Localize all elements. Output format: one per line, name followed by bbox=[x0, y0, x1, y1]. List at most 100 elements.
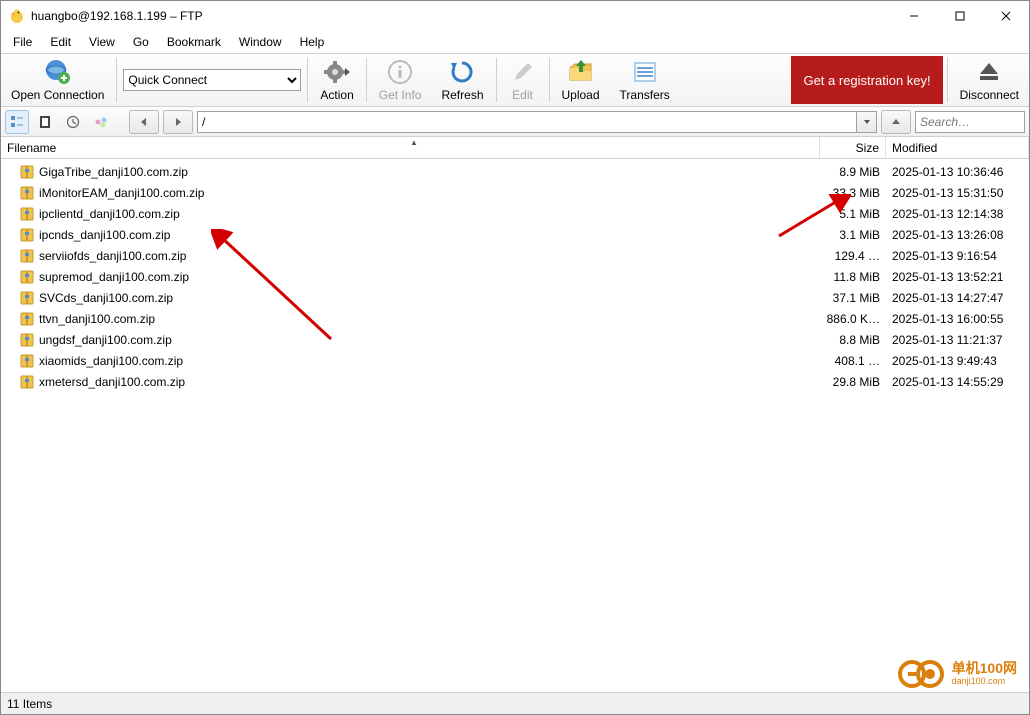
zip-file-icon bbox=[19, 332, 35, 348]
file-row[interactable]: GigaTribe_danji100.com.zip8.9 MiB2025-01… bbox=[1, 161, 1029, 182]
file-size: 29.8 MiB bbox=[820, 375, 886, 389]
refresh-icon bbox=[448, 58, 476, 86]
file-modified: 2025-01-13 11:21:37 bbox=[886, 333, 1029, 347]
watermark-line2: danji100.com bbox=[952, 677, 1017, 687]
file-modified: 2025-01-13 13:26:08 bbox=[886, 228, 1029, 242]
window-title: huangbo@192.168.1.199 – FTP bbox=[31, 9, 891, 23]
eject-icon bbox=[975, 58, 1003, 86]
file-modified: 2025-01-13 12:14:38 bbox=[886, 207, 1029, 221]
zip-file-icon bbox=[19, 353, 35, 369]
pencil-icon bbox=[509, 58, 537, 86]
toolbar-separator bbox=[307, 58, 308, 102]
file-name: GigaTribe_danji100.com.zip bbox=[39, 165, 820, 179]
file-size: 886.0 K… bbox=[820, 312, 886, 326]
nav-up-button[interactable] bbox=[881, 110, 911, 134]
status-text: 11 Items bbox=[7, 697, 52, 711]
menu-view[interactable]: View bbox=[81, 33, 123, 51]
view-tree-button[interactable] bbox=[5, 110, 29, 134]
upload-icon bbox=[567, 58, 595, 86]
nav-forward-button[interactable] bbox=[163, 110, 193, 134]
file-modified: 2025-01-13 14:27:47 bbox=[886, 291, 1029, 305]
action-label: Action bbox=[320, 88, 353, 102]
get-info-button[interactable]: Get Info bbox=[369, 54, 432, 106]
refresh-button[interactable]: Refresh bbox=[431, 54, 493, 106]
view-bookmarks-button[interactable] bbox=[33, 110, 57, 134]
file-name: ipclientd_danji100.com.zip bbox=[39, 207, 820, 221]
file-name: SVCds_danji100.com.zip bbox=[39, 291, 820, 305]
action-button[interactable]: Action bbox=[310, 54, 363, 106]
file-size: 11.8 MiB bbox=[820, 270, 886, 284]
menu-edit[interactable]: Edit bbox=[42, 33, 79, 51]
nav-back-button[interactable] bbox=[129, 110, 159, 134]
globe-icon bbox=[44, 58, 72, 86]
toolbar-separator bbox=[496, 58, 497, 102]
edit-label: Edit bbox=[512, 88, 533, 102]
quick-connect-select[interactable]: Quick Connect bbox=[123, 69, 301, 91]
file-size: 129.4 … bbox=[820, 249, 886, 263]
sort-indicator-icon: ▲ bbox=[410, 138, 418, 147]
search-input[interactable] bbox=[920, 115, 1030, 129]
file-modified: 2025-01-13 15:31:50 bbox=[886, 186, 1029, 200]
file-row[interactable]: xiaomids_danji100.com.zip408.1 …2025-01-… bbox=[1, 350, 1029, 371]
transfers-label: Transfers bbox=[620, 88, 670, 102]
zip-file-icon bbox=[19, 269, 35, 285]
file-row[interactable]: iMonitorEAM_danji100.com.zip33.3 MiB2025… bbox=[1, 182, 1029, 203]
open-connection-button[interactable]: Open Connection bbox=[1, 54, 114, 106]
watermark-logo-icon bbox=[898, 658, 946, 690]
file-row[interactable]: SVCds_danji100.com.zip37.1 MiB2025-01-13… bbox=[1, 287, 1029, 308]
file-row[interactable]: serviiofds_danji100.com.zip129.4 …2025-0… bbox=[1, 245, 1029, 266]
file-row[interactable]: ipclientd_danji100.com.zip5.1 MiB2025-01… bbox=[1, 203, 1029, 224]
file-size: 3.1 MiB bbox=[820, 228, 886, 242]
disconnect-button[interactable]: Disconnect bbox=[950, 54, 1029, 106]
watermark-line1: 单机100网 bbox=[952, 661, 1017, 676]
disconnect-label: Disconnect bbox=[960, 88, 1019, 102]
file-name: iMonitorEAM_danji100.com.zip bbox=[39, 186, 820, 200]
file-row[interactable]: ungdsf_danji100.com.zip8.8 MiB2025-01-13… bbox=[1, 329, 1029, 350]
column-size[interactable]: Size bbox=[820, 137, 886, 158]
file-row[interactable]: ipcnds_danji100.com.zip3.1 MiB2025-01-13… bbox=[1, 224, 1029, 245]
menu-go[interactable]: Go bbox=[125, 33, 157, 51]
file-size: 408.1 … bbox=[820, 354, 886, 368]
edit-button[interactable]: Edit bbox=[499, 54, 547, 106]
file-name: supremod_danji100.com.zip bbox=[39, 270, 820, 284]
file-size: 8.8 MiB bbox=[820, 333, 886, 347]
zip-file-icon bbox=[19, 164, 35, 180]
column-filename[interactable]: Filename ▲ bbox=[1, 137, 820, 158]
transfers-button[interactable]: Transfers bbox=[610, 54, 680, 106]
menu-bookmark[interactable]: Bookmark bbox=[159, 33, 229, 51]
file-modified: 2025-01-13 13:52:21 bbox=[886, 270, 1029, 284]
menu-window[interactable]: Window bbox=[231, 33, 290, 51]
refresh-label: Refresh bbox=[441, 88, 483, 102]
zip-file-icon bbox=[19, 248, 35, 264]
minimize-button[interactable] bbox=[891, 1, 937, 31]
view-history-button[interactable] bbox=[61, 110, 85, 134]
file-list[interactable]: GigaTribe_danji100.com.zip8.9 MiB2025-01… bbox=[1, 159, 1029, 683]
file-row[interactable]: xmetersd_danji100.com.zip29.8 MiB2025-01… bbox=[1, 371, 1029, 392]
file-row[interactable]: ttvn_danji100.com.zip886.0 K…2025-01-13 … bbox=[1, 308, 1029, 329]
file-modified: 2025-01-13 16:00:55 bbox=[886, 312, 1029, 326]
toolbar: Open Connection Quick Connect Action Get… bbox=[1, 53, 1029, 107]
path-dropdown-button[interactable] bbox=[857, 111, 877, 133]
menu-file[interactable]: File bbox=[5, 33, 40, 51]
file-size: 5.1 MiB bbox=[820, 207, 886, 221]
file-row[interactable]: supremod_danji100.com.zip11.8 MiB2025-01… bbox=[1, 266, 1029, 287]
zip-file-icon bbox=[19, 185, 35, 201]
column-modified[interactable]: Modified bbox=[886, 137, 1029, 158]
registration-key-button[interactable]: Get a registration key! bbox=[791, 56, 942, 104]
view-bonjour-button[interactable] bbox=[89, 110, 113, 134]
get-info-label: Get Info bbox=[379, 88, 422, 102]
search-box[interactable] bbox=[915, 111, 1025, 133]
close-button[interactable] bbox=[983, 1, 1029, 31]
zip-file-icon bbox=[19, 206, 35, 222]
menu-help[interactable]: Help bbox=[292, 33, 333, 51]
zip-file-icon bbox=[19, 290, 35, 306]
zip-file-icon bbox=[19, 311, 35, 327]
quick-connect-combo[interactable]: Quick Connect bbox=[119, 54, 305, 106]
upload-label: Upload bbox=[562, 88, 600, 102]
maximize-button[interactable] bbox=[937, 1, 983, 31]
upload-button[interactable]: Upload bbox=[552, 54, 610, 106]
file-modified: 2025-01-13 14:55:29 bbox=[886, 375, 1029, 389]
path-input[interactable] bbox=[197, 111, 857, 133]
nav-bar bbox=[1, 107, 1029, 137]
file-name: serviiofds_danji100.com.zip bbox=[39, 249, 820, 263]
